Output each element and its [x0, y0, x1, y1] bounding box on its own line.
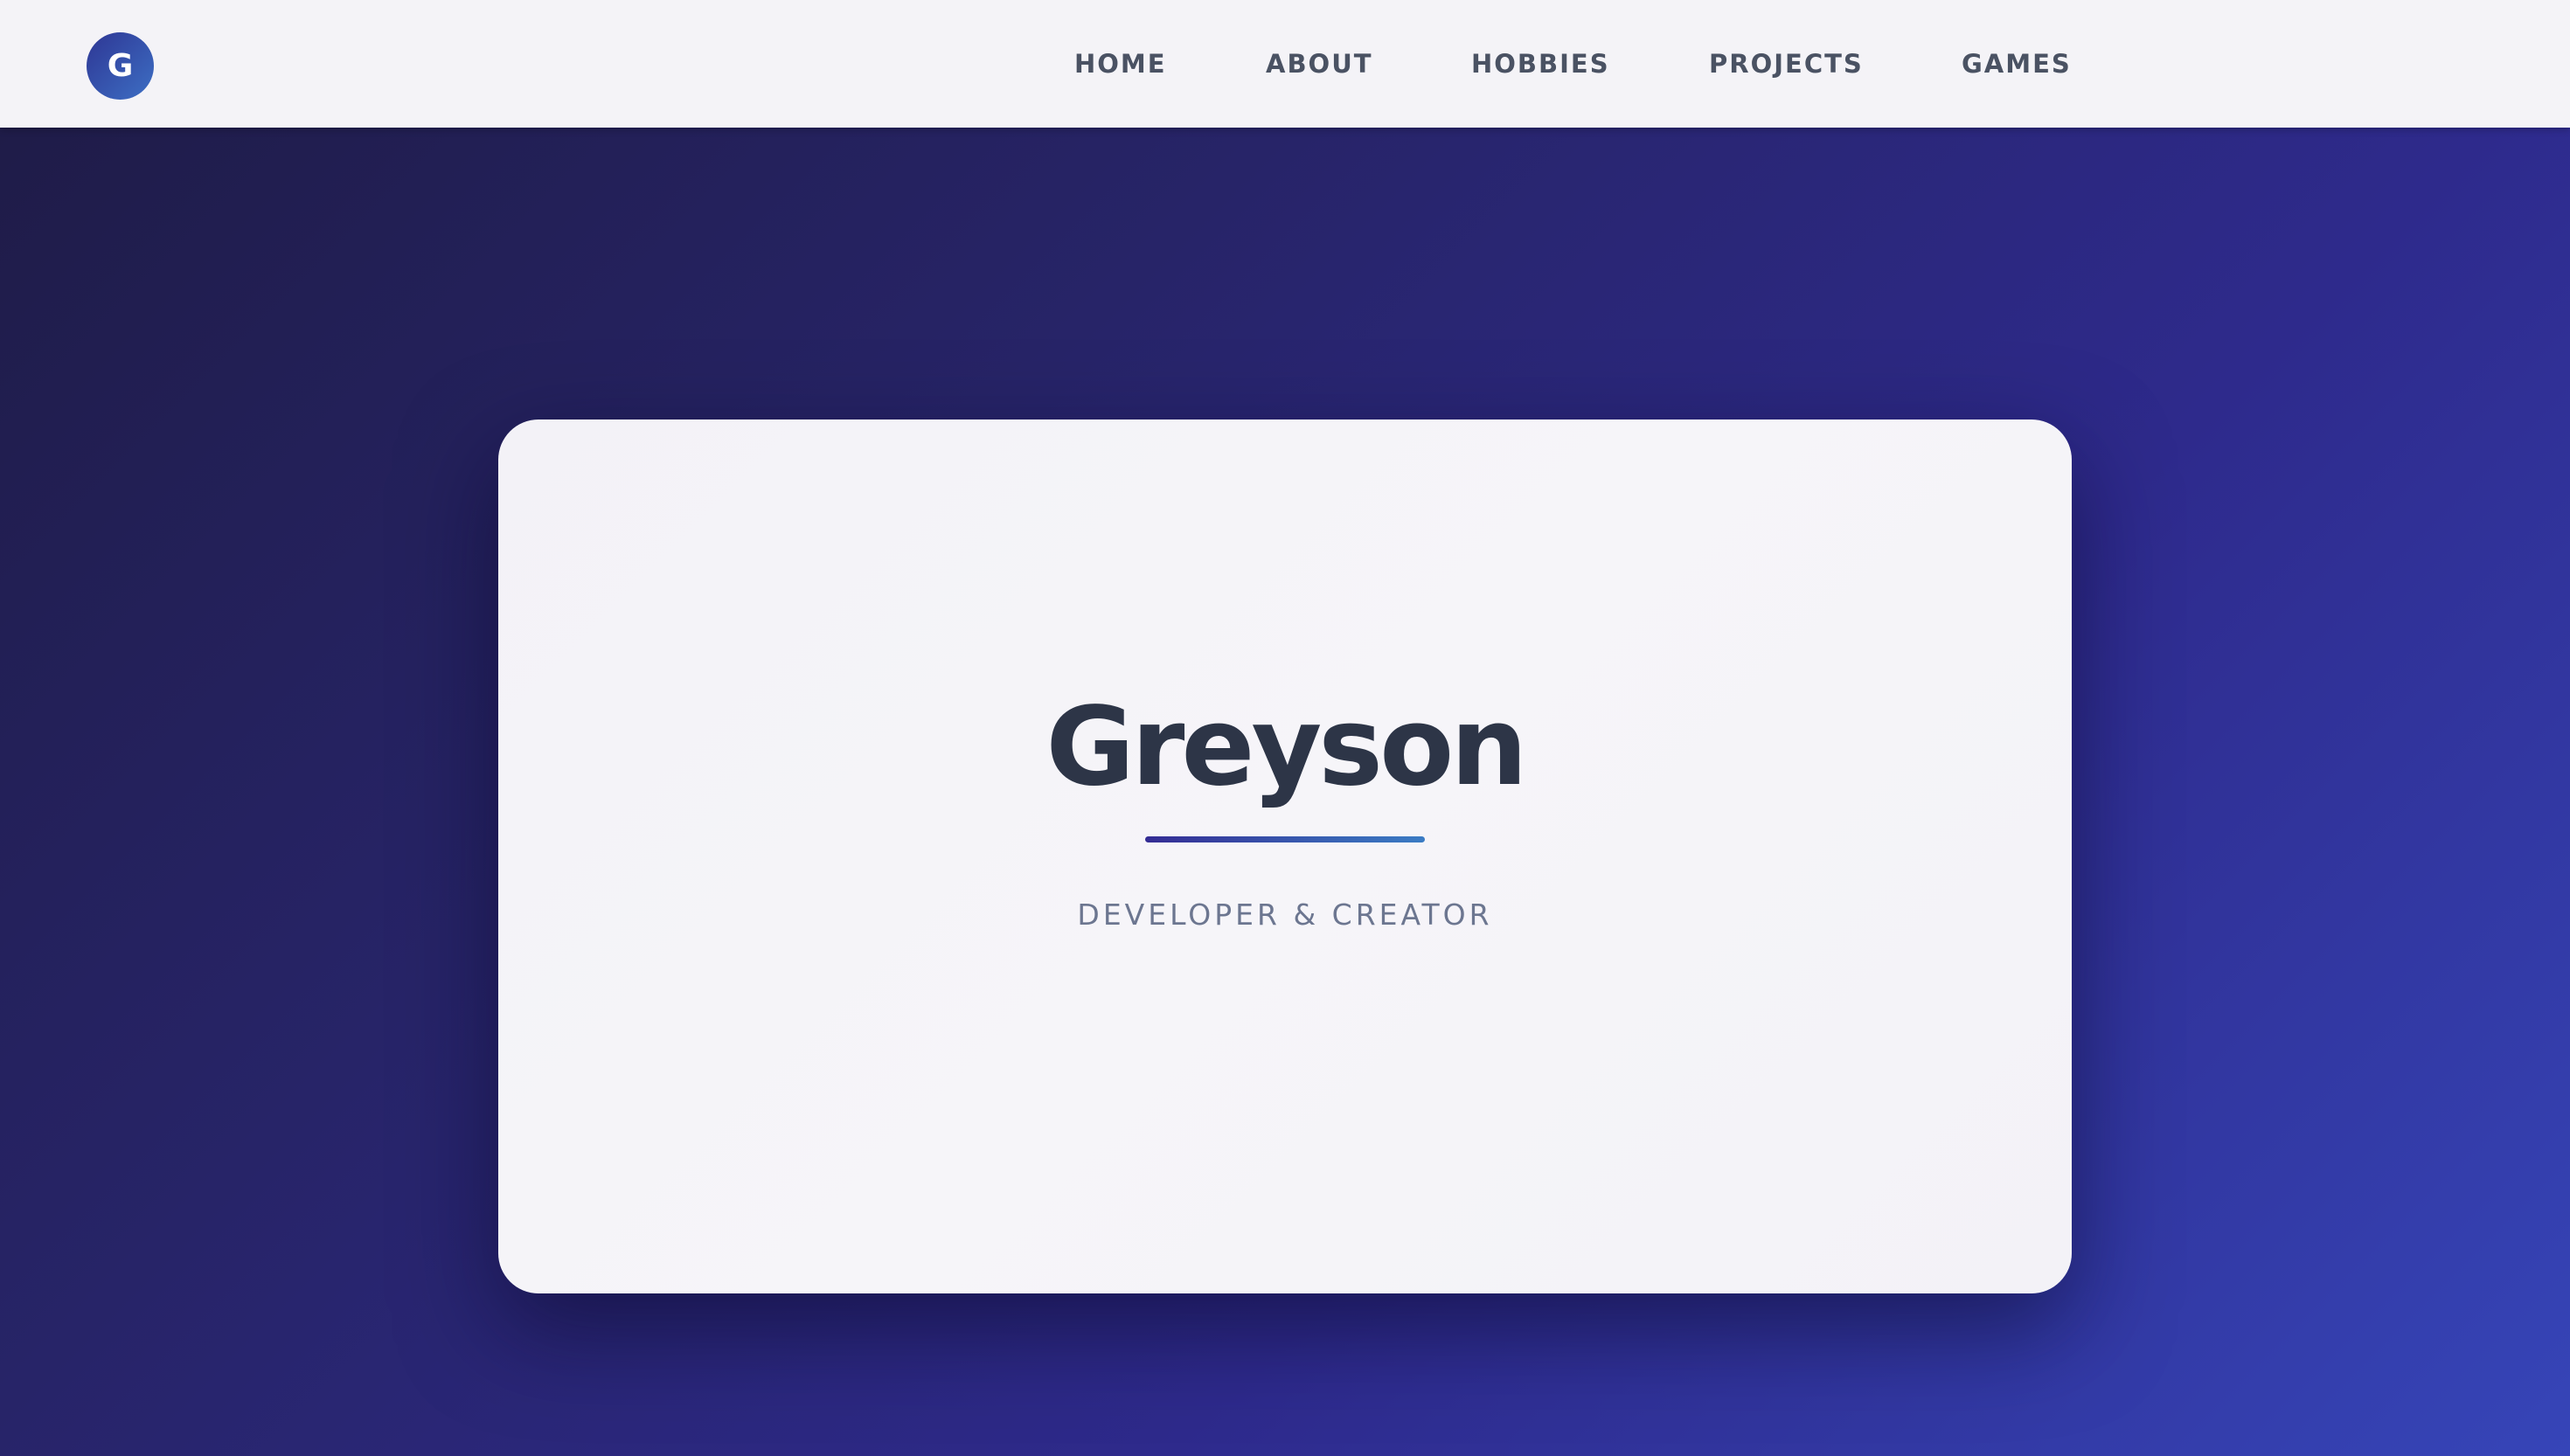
hero-card: Greyson DEVELOPER & CREATOR	[498, 419, 2072, 1293]
nav-link-hobbies[interactable]: HOBBIES	[1471, 45, 1610, 82]
accent-divider	[1145, 836, 1425, 842]
hero-tagline: DEVELOPER & CREATOR	[1077, 898, 1493, 932]
nav-link-projects[interactable]: PROJECTS	[1709, 45, 1864, 82]
hero-name: Greyson	[1045, 684, 1527, 810]
top-navigation-bar: G HOME ABOUT HOBBIES PROJECTS GAMES	[0, 0, 2570, 128]
nav-link-home[interactable]: HOME	[1074, 45, 1167, 82]
main-nav: HOME ABOUT HOBBIES PROJECTS GAMES	[0, 0, 2570, 128]
nav-link-games[interactable]: GAMES	[1962, 45, 2072, 82]
nav-link-about[interactable]: ABOUT	[1266, 45, 1373, 82]
